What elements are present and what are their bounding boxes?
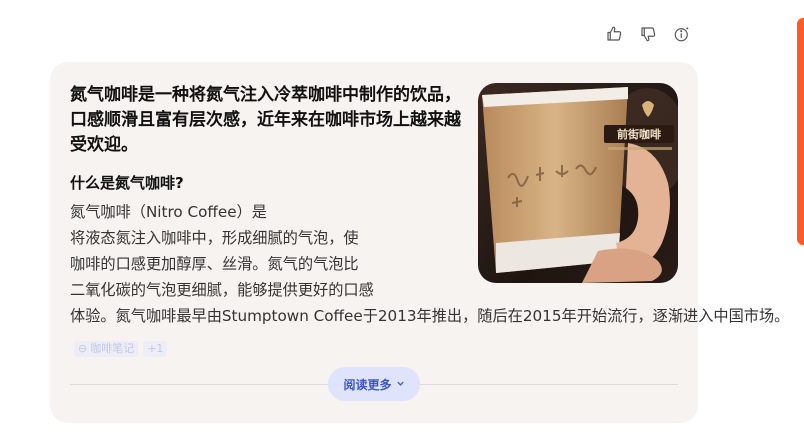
thumbs-down-icon[interactable] (638, 22, 658, 46)
body-line: 将液态氮注入咖啡中，形成细腻的气泡，使 (70, 229, 359, 247)
answer-card: 前街咖啡 氮气咖啡是一种将氮气注入冷萃咖啡中制作的饮品，口感顺滑且富有层次感，近… (50, 62, 789, 423)
source-label: 咖啡笔记 (90, 342, 135, 355)
link-icon: ⊖ (78, 342, 88, 355)
chevron-down-icon (396, 377, 405, 391)
answer-headline: 氮气咖啡是一种将氮气注入冷萃咖啡中制作的饮品，口感顺滑且富有层次感，近年来在咖啡… (70, 85, 461, 155)
body-line: 二氧化碳的气泡更细腻，能够提供更好的口感 (70, 281, 374, 299)
read-more-label: 阅读更多 (343, 377, 392, 392)
source-count[interactable]: +1 (143, 341, 168, 357)
body-line: 体验。氮气咖啡最早由Stumptown Coffee于2013年推出，随后在20… (70, 307, 790, 325)
divider-right (420, 384, 678, 385)
answer-subheading: 什么是氮气咖啡? (70, 174, 184, 192)
coffee-cup-image[interactable]: 前街咖啡 (478, 83, 678, 283)
read-more-button[interactable]: 阅读更多 (328, 367, 420, 401)
feedback-toolbar (604, 22, 692, 46)
source-chip[interactable]: ⊖ 咖啡笔记 (74, 341, 139, 357)
thumbs-up-icon[interactable] (604, 22, 624, 46)
body-line: 咖啡的口感更加醇厚、丝滑。氮气的气泡比 (70, 255, 359, 273)
ai-info-icon[interactable] (672, 22, 692, 46)
side-panel-banner[interactable] (797, 18, 804, 245)
divider-left (70, 384, 328, 385)
body-line: 氮气咖啡（Nitro Coffee）是 (70, 203, 267, 221)
svg-text:前街咖啡: 前街咖啡 (617, 127, 661, 141)
source-reference[interactable]: ⊖ 咖啡笔记 +1 (74, 341, 168, 357)
